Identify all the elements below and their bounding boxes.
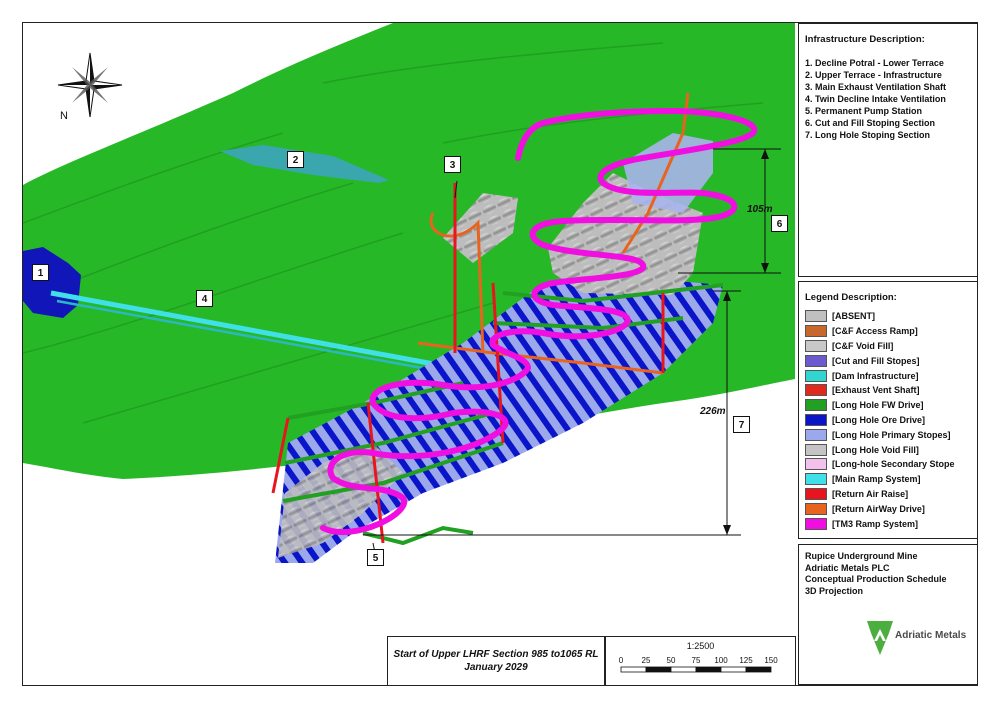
north-label: N — [60, 110, 68, 122]
legend-label: [Return AirWay Drive] — [832, 503, 925, 514]
legend-item: [Long Hole Primary Stopes] — [805, 427, 971, 442]
legend-item: [Long Hole Ore Drive] — [805, 413, 971, 428]
company-panel: Rupice Underground Mine Adriatic Metals … — [798, 544, 978, 685]
scale-tick-label: 0 — [619, 656, 624, 665]
infrastructure-item: 6. Cut and Fill Stoping Section — [805, 118, 935, 128]
legend-item: [Exhaust Vent Shaft] — [805, 383, 971, 398]
mountain-logo-icon — [867, 621, 893, 655]
legend-label: [C&F Void Fill] — [832, 340, 894, 351]
legend-label: [Return Air Raise] — [832, 488, 909, 499]
legend-label: [Dam Infrastructure] — [832, 370, 919, 381]
legend-item: [Return Air Raise] — [805, 487, 971, 502]
title-line-section: Start of Upper LHRF Section 985 to1065 R… — [393, 649, 599, 660]
legend-list: [ABSENT] [C&F Access Ramp] [C&F Void Fill]… — [805, 309, 971, 531]
scale-tick-label: 125 — [739, 656, 753, 665]
infrastructure-panel: Infrastructure Description: 1. Decline P… — [798, 23, 978, 277]
scale-tick-label: 75 — [692, 656, 701, 665]
company-line-projection: 3D Projection — [805, 585, 864, 596]
callout-5: 5 — [367, 549, 384, 566]
legend-swatch — [805, 473, 827, 486]
legend-label: [Long Hole Primary Stopes] — [832, 429, 951, 440]
legend-label: [Main Ramp System] — [832, 474, 921, 485]
legend-swatch — [805, 354, 827, 367]
legend-swatch — [805, 502, 827, 515]
scale-tick-label: 150 — [764, 656, 778, 665]
legend-label: [Long Hole Void Fill] — [832, 444, 919, 455]
legend-panel: Legend Description: [ABSENT] [C&F Access … — [798, 281, 978, 539]
scale-tick-label: 100 — [714, 656, 728, 665]
legend-swatch — [805, 487, 827, 500]
legend-label: [TM3 Ramp System] — [832, 518, 919, 529]
legend-swatch — [805, 310, 827, 323]
legend-item: [Cut and Fill Stopes] — [805, 353, 971, 368]
legend-item: [Long Hole Void Fill] — [805, 442, 971, 457]
legend-label: [Long Hole FW Drive] — [832, 400, 924, 411]
company-logo: Adriatic Metals — [865, 617, 975, 657]
scale-segment — [670, 666, 697, 673]
title-block: Start of Upper LHRF Section 985 to1065 R… — [387, 636, 605, 686]
scale-tick-label: 50 — [667, 656, 676, 665]
scale-segment — [745, 666, 772, 673]
map-3d-projection — [23, 23, 795, 563]
legend-item: [Main Ramp System] — [805, 472, 971, 487]
callout-3: 3 — [444, 156, 461, 173]
callout-4: 4 — [196, 290, 213, 307]
dimension-label-long-hole: 226m — [700, 406, 726, 417]
scale-segment — [645, 666, 672, 673]
infrastructure-item: 3. Main Exhaust Ventilation Shaft — [805, 82, 947, 92]
legend-item: [Dam Infrastructure] — [805, 368, 971, 383]
scale-segment — [620, 666, 647, 673]
infrastructure-item: 4. Twin Decline Intake Ventilation — [805, 94, 946, 104]
legend-swatch — [805, 339, 827, 352]
legend-swatch — [805, 428, 827, 441]
legend-swatch — [805, 458, 827, 471]
legend-item: [ABSENT] — [805, 309, 971, 324]
legend-item: [Long-hole Secondary Stope — [805, 457, 971, 472]
infrastructure-title: Infrastructure Description: — [805, 34, 925, 45]
legend-swatch — [805, 443, 827, 456]
callout-1: 1 — [32, 264, 49, 281]
north-arrow-icon — [57, 52, 123, 118]
title-line-date: January 2029 — [464, 662, 528, 673]
callout-2: 2 — [287, 151, 304, 168]
map-view[interactable]: N 1 2 3 4 5 6 7 105m 226m — [23, 23, 795, 685]
scale-segment — [695, 666, 722, 673]
company-line-schedule: Conceptual Production Schedule — [805, 574, 947, 584]
scale-bar-box: 1:2500 0 25 50 75 100 125 150 — [605, 636, 796, 686]
company-line-mine: Rupice Underground Mine — [805, 551, 918, 561]
legend-label: [Exhaust Vent Shaft] — [832, 385, 920, 396]
legend-label: [Long Hole Ore Drive] — [832, 414, 926, 425]
legend-title: Legend Description: — [805, 292, 897, 303]
infrastructure-item: 2. Upper Terrace - Infrastructure — [805, 70, 942, 80]
legend-swatch — [805, 413, 827, 426]
legend-swatch — [805, 517, 827, 530]
company-line-company: Adriatic Metals PLC — [805, 562, 890, 573]
legend-swatch — [805, 399, 827, 412]
legend-swatch — [805, 325, 827, 338]
legend-item: [TM3 Ramp System] — [805, 516, 971, 531]
infrastructure-item: 5. Permanent Pump Station — [805, 106, 923, 116]
legend-swatch — [805, 384, 827, 397]
dimension-label-cut-and-fill: 105m — [747, 204, 773, 215]
callout-6: 6 — [771, 215, 788, 232]
legend-swatch — [805, 369, 827, 382]
scale-tick-label: 25 — [642, 656, 651, 665]
legend-label: [C&F Access Ramp] — [832, 326, 918, 337]
legend-item: [C&F Access Ramp] — [805, 324, 971, 339]
scale-bar: 0 25 50 75 100 125 150 — [619, 656, 778, 673]
scale-segment — [720, 666, 747, 673]
legend-label: [Long-hole Secondary Stope — [832, 459, 955, 470]
infrastructure-item: 1. Decline Potral - Lower Terrace — [805, 58, 944, 68]
legend-item: [Long Hole FW Drive] — [805, 398, 971, 413]
infrastructure-list: 1. Decline Potral - Lower Terrace 2. Upp… — [805, 57, 971, 141]
legend-item: [Return AirWay Drive] — [805, 501, 971, 516]
legend-item: [C&F Void Fill] — [805, 339, 971, 354]
logo-text: Adriatic Metals — [895, 630, 967, 641]
legend-label: [ABSENT] — [832, 311, 875, 322]
infrastructure-item: 7. Long Hole Stoping Section — [805, 130, 930, 140]
callout-7: 7 — [733, 416, 750, 433]
legend-label: [Cut and Fill Stopes] — [832, 355, 920, 366]
